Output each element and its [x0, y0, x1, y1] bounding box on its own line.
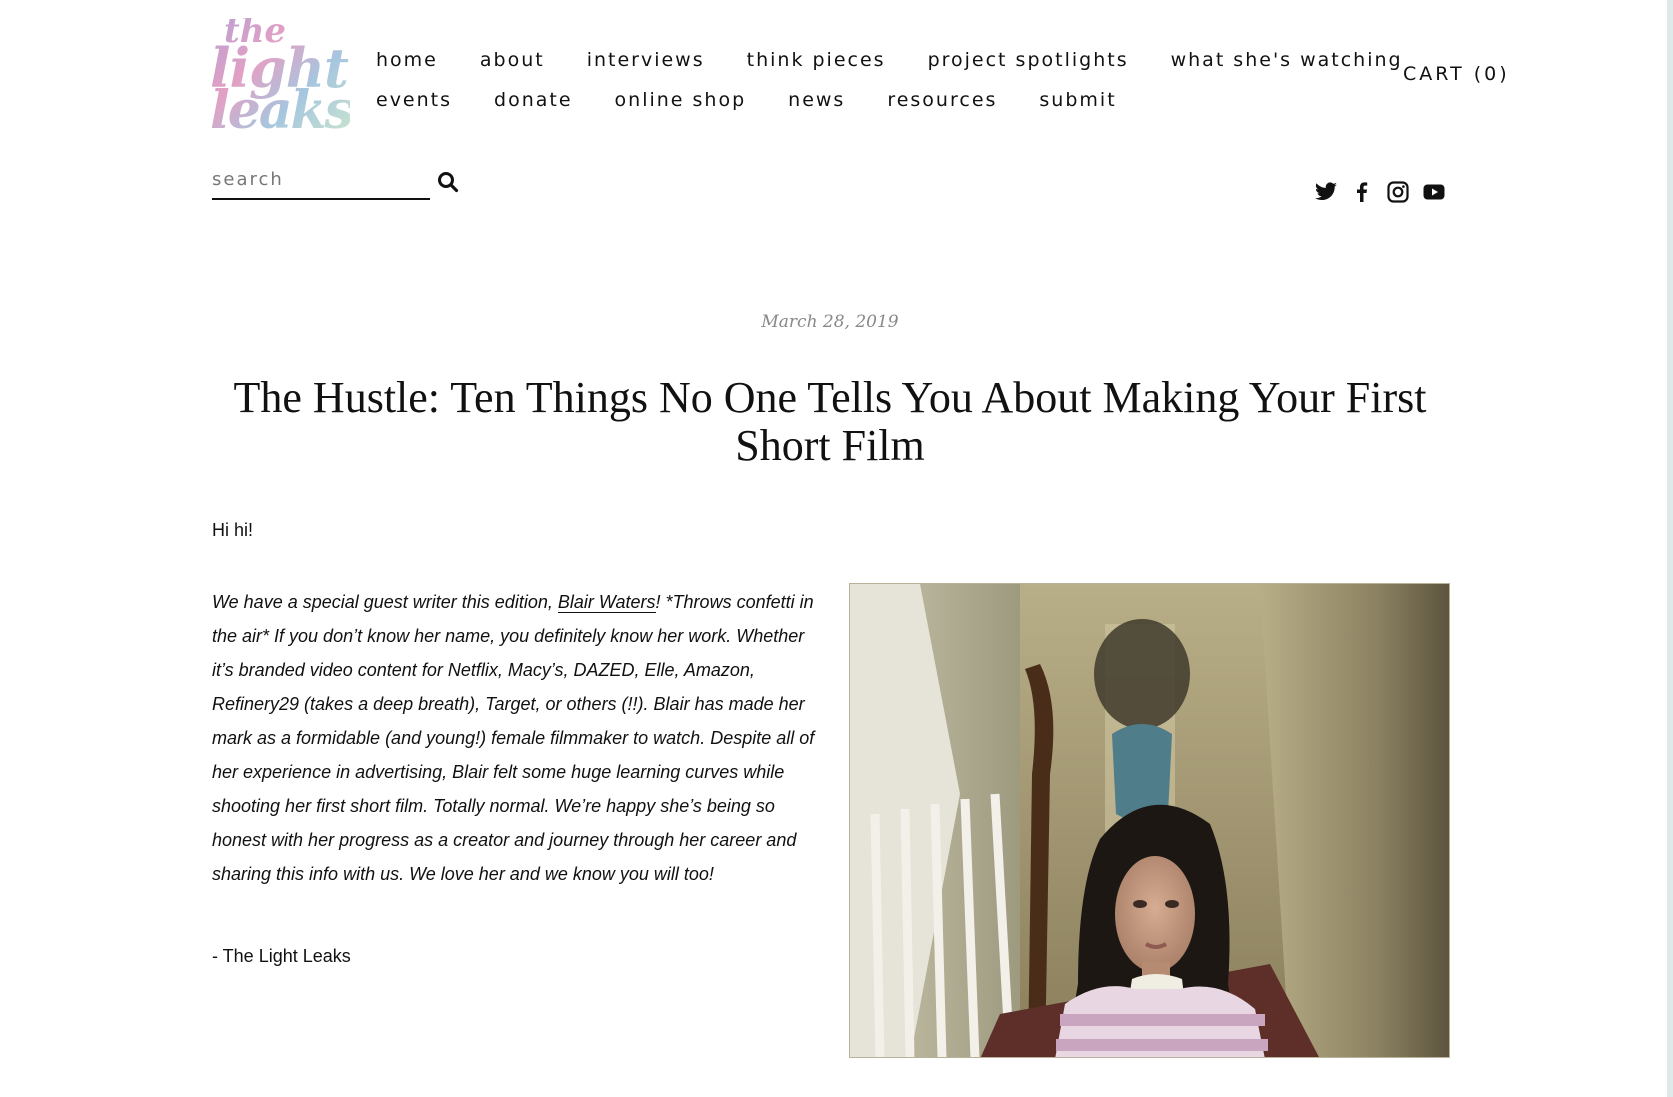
nav-online-shop[interactable]: online shop — [615, 89, 747, 111]
instagram-icon[interactable] — [1386, 180, 1410, 204]
blair-waters-link[interactable]: Blair Waters — [557, 592, 656, 613]
youtube-icon[interactable] — [1422, 180, 1446, 204]
facebook-icon[interactable] — [1350, 180, 1374, 204]
nav-home[interactable]: home — [376, 49, 438, 71]
intro-text-end: ! *Throws confetti in the air* If you do… — [212, 592, 815, 884]
nav-donate[interactable]: donate — [494, 89, 573, 111]
nav-project-spotlights[interactable]: project spotlights — [928, 49, 1129, 71]
nav-resources[interactable]: resources — [887, 89, 997, 111]
main-navigation: home about interviews think pieces proje… — [376, 40, 1401, 120]
nav-what-shes-watching[interactable]: what she's watching — [1171, 49, 1403, 71]
logo-line-3: leaks — [210, 80, 352, 142]
search-box — [212, 162, 430, 200]
nav-think-pieces[interactable]: think pieces — [747, 49, 886, 71]
search-icon[interactable] — [436, 170, 460, 194]
social-links — [1314, 180, 1446, 204]
article-greeting: Hi hi! — [212, 520, 254, 540]
nav-events[interactable]: events — [376, 89, 452, 111]
twitter-icon[interactable] — [1314, 180, 1338, 204]
nav-about[interactable]: about — [480, 49, 545, 71]
nav-submit[interactable]: submit — [1039, 89, 1116, 111]
article-date: March 28, 2019 — [761, 312, 899, 332]
article-photo — [849, 583, 1450, 1058]
nav-row-1: home about interviews think pieces proje… — [376, 40, 1401, 80]
cart-link[interactable]: CART (0) — [1403, 63, 1510, 85]
nav-interviews[interactable]: interviews — [587, 49, 705, 71]
article-signoff: - The Light Leaks — [212, 946, 351, 966]
intro-text-start: We have a special guest writer this edit… — [212, 592, 558, 612]
search-input[interactable] — [212, 162, 412, 196]
article-title: The Hustle: Ten Things No One Tells You … — [233, 373, 1427, 470]
site-logo[interactable]: the light leaks — [210, 18, 350, 136]
nav-row-2: events donate online shop news resources… — [376, 80, 1336, 120]
scrollbar[interactable] — [1667, 0, 1673, 1097]
nav-news[interactable]: news — [788, 89, 845, 111]
article-intro: We have a special guest writer this edit… — [212, 585, 820, 891]
